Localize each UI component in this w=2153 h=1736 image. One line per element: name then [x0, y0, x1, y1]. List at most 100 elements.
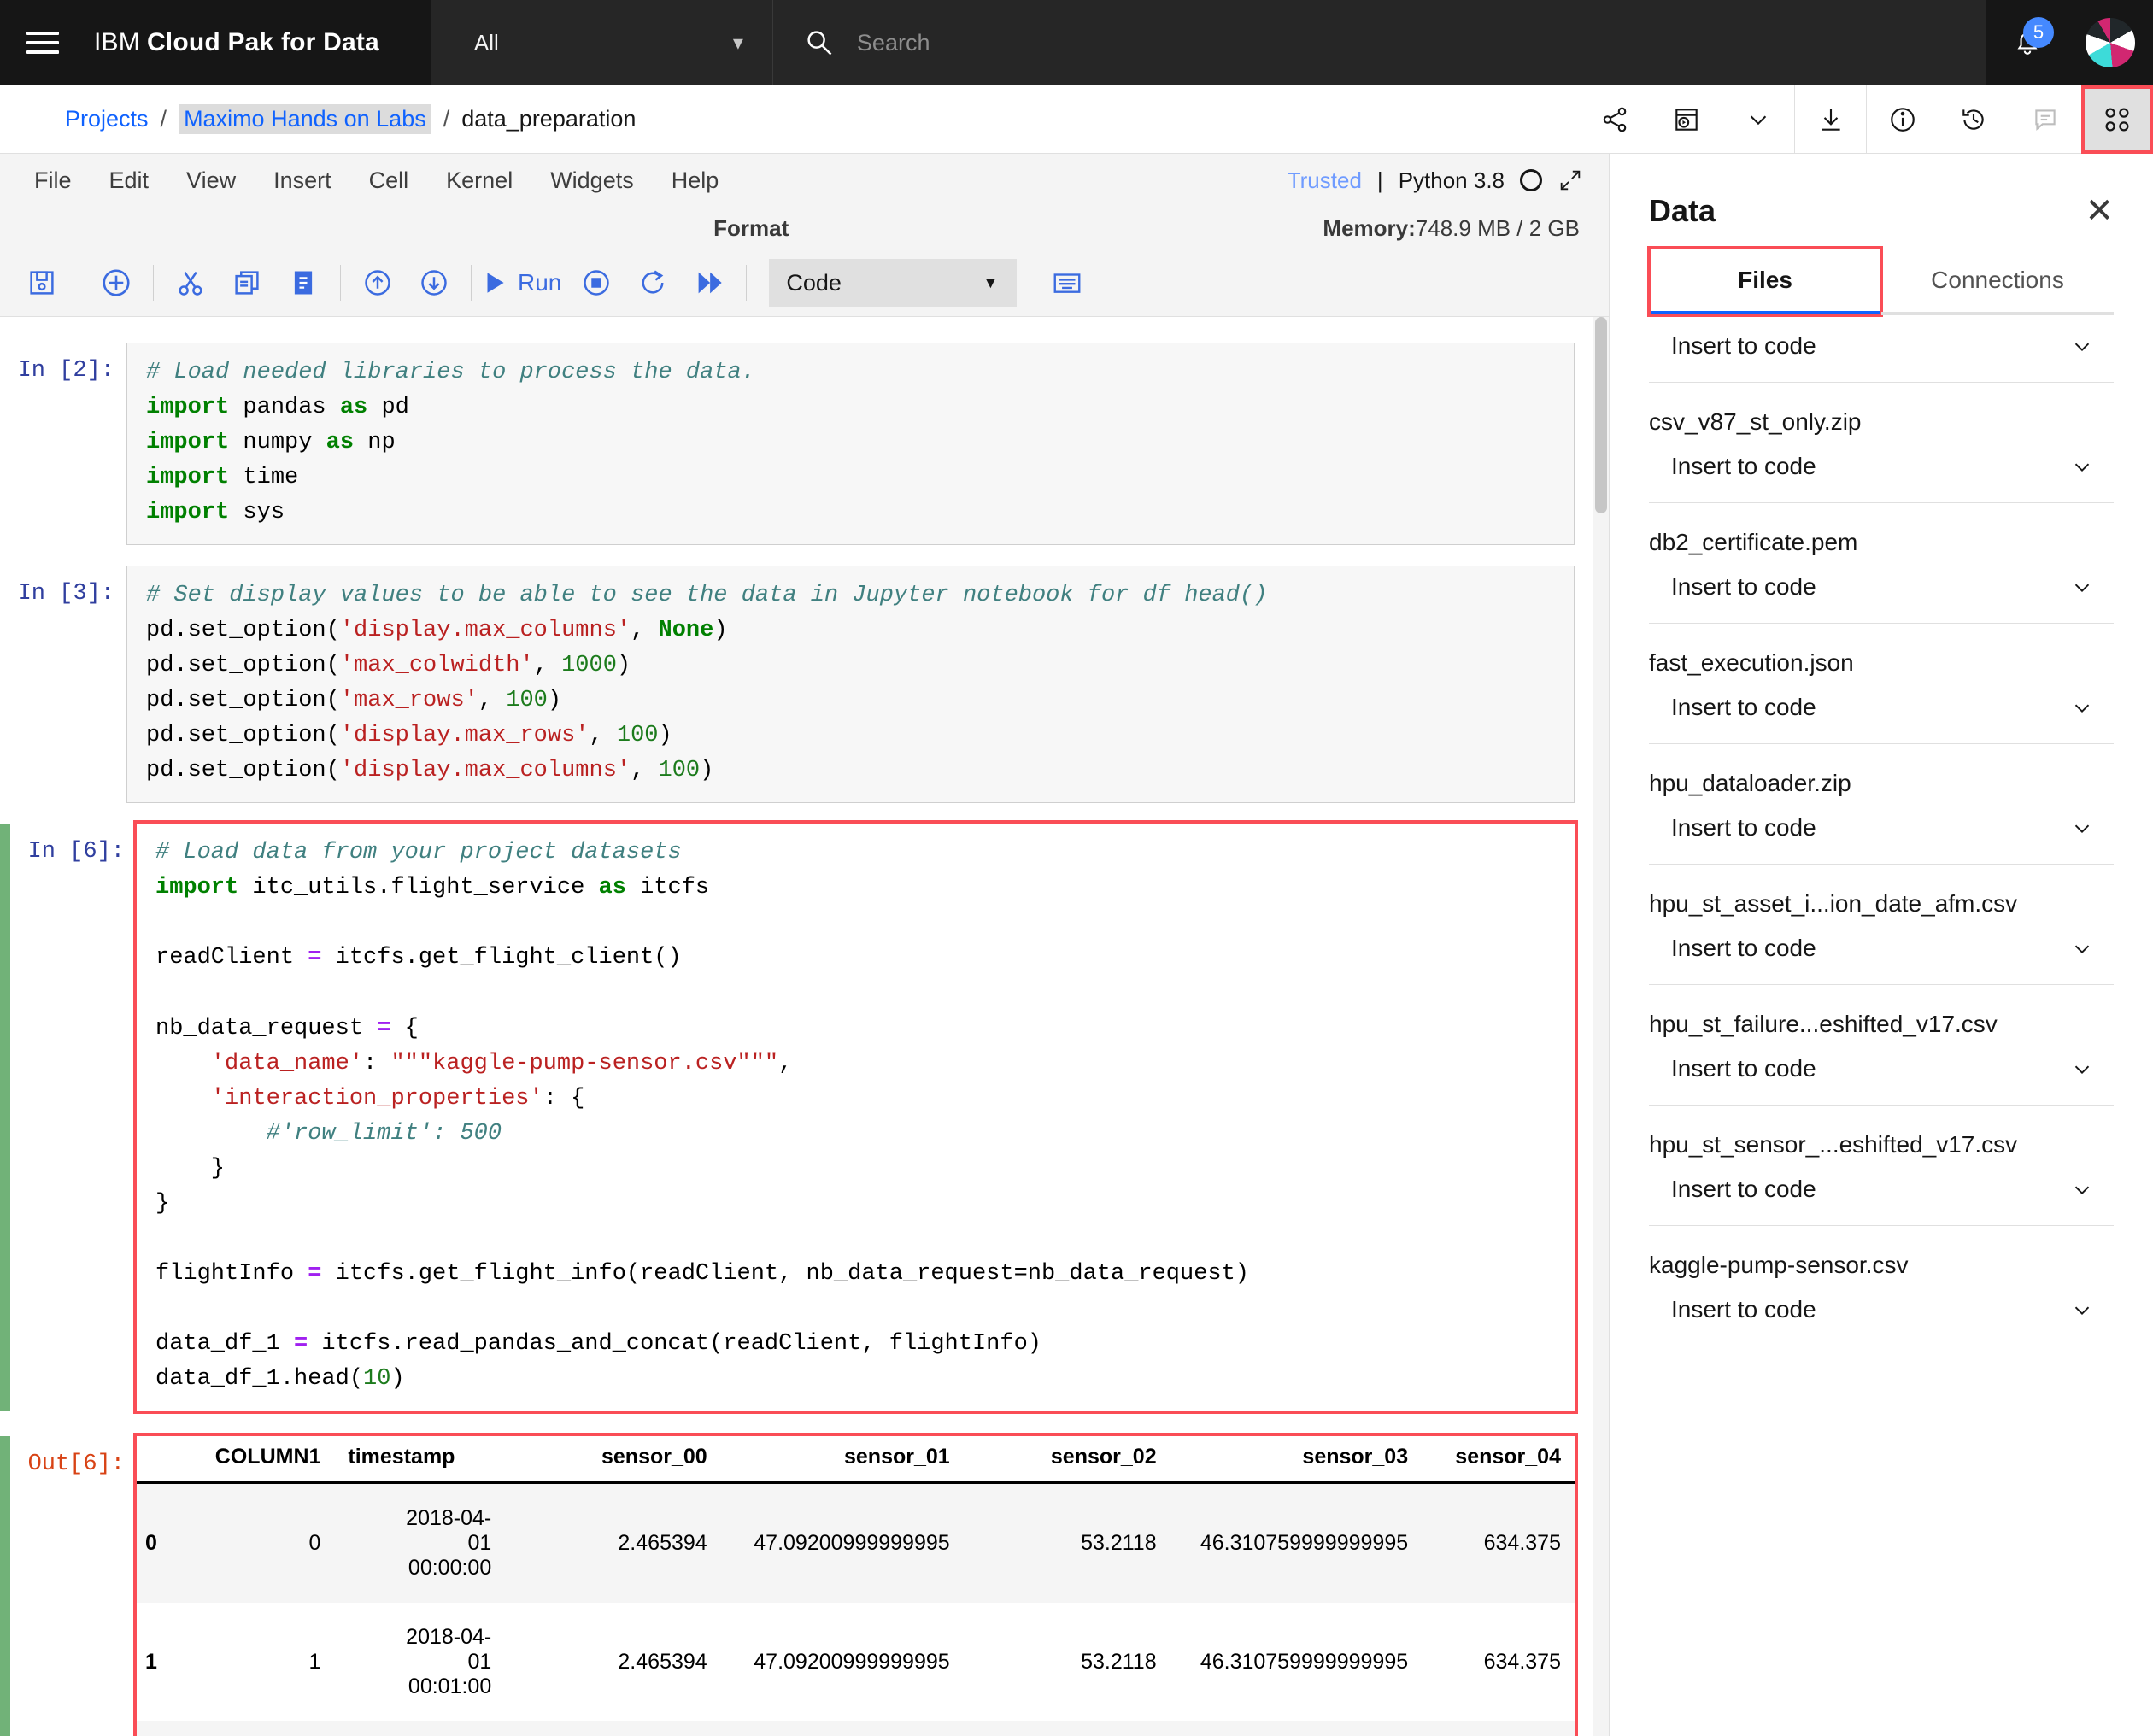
- interrupt-kernel-button[interactable]: [568, 259, 625, 307]
- insert-to-code-label: Insert to code: [1671, 1176, 1816, 1202]
- table-cell: 46.310759999999995: [1200, 1530, 1409, 1555]
- download-button[interactable]: [1794, 85, 1866, 154]
- status-divider: |: [1376, 167, 1383, 193]
- chevron-down-icon: [2069, 333, 2095, 359]
- share-button[interactable]: [1579, 85, 1651, 154]
- notebook-cell[interactable]: In [2]: # Load needed libraries to proce…: [0, 343, 1609, 546]
- trusted-label[interactable]: Trusted: [1288, 167, 1362, 194]
- menu-view[interactable]: View: [167, 162, 255, 199]
- move-cell-down-button[interactable]: [406, 259, 462, 307]
- move-cell-up-button[interactable]: [349, 259, 406, 307]
- insert-to-code-button[interactable]: Insert to code: [1649, 436, 2114, 480]
- code-token: }: [155, 1190, 170, 1217]
- file-list[interactable]: Insert to code csv_v87_st_only.zip Insert …: [1610, 315, 2153, 1736]
- tab-files[interactable]: Files: [1647, 246, 1883, 317]
- cell-type-select[interactable]: Code ▼: [769, 259, 1018, 307]
- code-token: =: [294, 1330, 308, 1357]
- cell-source[interactable]: # Load needed libraries to process the d…: [126, 343, 1575, 546]
- data-panel-button[interactable]: [2081, 85, 2153, 154]
- run-notebook-button[interactable]: [1651, 85, 1722, 154]
- code-token: =: [308, 945, 322, 971]
- code-token: data_df_1: [155, 1330, 295, 1357]
- notebook-cell-selected[interactable]: In [6]: # Load data from your project da…: [0, 820, 1609, 1414]
- breadcrumb-item-project[interactable]: Maximo Hands on Labs: [179, 104, 431, 134]
- copy-cell-button[interactable]: [219, 259, 275, 307]
- code-line: #'row_limit': 500: [155, 1117, 1556, 1152]
- restart-run-all-button[interactable]: [681, 259, 737, 307]
- notebook-menubar: File Edit View Insert Cell Kernel Widget…: [0, 154, 1609, 207]
- cell-source[interactable]: # Set display values to be able to see t…: [126, 566, 1575, 804]
- kernel-status: Trusted | Python 3.8: [1288, 161, 1609, 200]
- insert-to-code-button[interactable]: Insert to code: [1649, 677, 2114, 721]
- code-token: pd.set_option(: [146, 618, 340, 644]
- insert-to-code-button[interactable]: Insert to code: [1649, 1038, 2114, 1082]
- menu-kernel[interactable]: Kernel: [427, 162, 531, 199]
- table-cell: 53.2118: [1081, 1649, 1157, 1674]
- code-token: # Load needed libraries to process the d…: [146, 360, 755, 385]
- tab-connections[interactable]: Connections: [1881, 248, 2114, 315]
- menu-edit[interactable]: Edit: [91, 162, 168, 199]
- insert-to-code-button[interactable]: Insert to code: [1649, 315, 2114, 360]
- insert-to-code-button[interactable]: Insert to code: [1649, 1279, 2114, 1323]
- command-palette-button[interactable]: [1039, 259, 1095, 307]
- download-icon: [1816, 105, 1845, 134]
- info-button[interactable]: [1866, 85, 1938, 154]
- avatar: [2086, 18, 2135, 67]
- breadcrumb-item-projects[interactable]: Projects: [65, 106, 149, 132]
- code-token: itcfs.get_flight_info(readClient, nb_dat…: [321, 1260, 1250, 1287]
- hamburger-menu-button[interactable]: [0, 0, 85, 85]
- cut-cell-button[interactable]: [162, 259, 219, 307]
- notifications-button[interactable]: 5: [1986, 0, 2068, 85]
- menu-widgets[interactable]: Widgets: [531, 162, 653, 199]
- menu-help[interactable]: Help: [653, 162, 738, 199]
- table-cell: 1: [308, 1649, 321, 1674]
- menu-insert[interactable]: Insert: [255, 162, 350, 199]
- menu-cell[interactable]: Cell: [350, 162, 428, 199]
- run-cell-button[interactable]: Run: [480, 268, 568, 297]
- insert-to-code-button[interactable]: Insert to code: [1649, 1158, 2114, 1203]
- notebook-cell[interactable]: In [3]: # Set display values to be able …: [0, 566, 1609, 804]
- run-notebook-icon: [1672, 105, 1701, 134]
- run-options-dropdown[interactable]: [1722, 85, 1794, 154]
- save-button[interactable]: [14, 259, 70, 307]
- global-search-input[interactable]: Search: [771, 0, 1986, 85]
- file-name: fast_execution.json: [1649, 649, 1854, 676]
- insert-to-code-label: Insert to code: [1671, 573, 1816, 600]
- code-token: =: [377, 1015, 391, 1041]
- menu-file[interactable]: File: [15, 162, 91, 199]
- restart-kernel-button[interactable]: [625, 259, 681, 307]
- move-down-icon: [419, 267, 449, 298]
- file-name: db2_certificate.pem: [1649, 529, 1858, 555]
- scrollbar-thumb[interactable]: [1595, 317, 1607, 513]
- search-scope-select[interactable]: All ▾: [430, 0, 772, 85]
- hamburger-icon: [26, 26, 59, 60]
- toolbar-divider: [153, 265, 154, 301]
- insert-to-code-label: Insert to code: [1671, 694, 1816, 720]
- user-avatar-button[interactable]: [2068, 0, 2153, 85]
- close-icon[interactable]: ✕: [2085, 194, 2114, 228]
- paste-cell-button[interactable]: [275, 259, 331, 307]
- notebook-scrollbar[interactable]: [1593, 317, 1609, 1736]
- code-line: readClient = itcfs.get_flight_client(): [155, 941, 1556, 976]
- comments-button[interactable]: [2009, 85, 2081, 154]
- code-line: import pandas as pd: [146, 390, 1555, 425]
- history-button[interactable]: [1938, 85, 2009, 154]
- code-token: ,: [631, 758, 659, 784]
- insert-cell-button[interactable]: [88, 259, 144, 307]
- insert-to-code-button[interactable]: Insert to code: [1649, 918, 2114, 962]
- code-token: import: [146, 395, 230, 421]
- chevron-down-icon: [2069, 574, 2095, 600]
- file-name: csv_v87_st_only.zip: [1649, 408, 1862, 435]
- insert-to-code-button[interactable]: Insert to code: [1649, 556, 2114, 601]
- code-token: import: [146, 500, 230, 526]
- chevron-down-icon: [2069, 695, 2095, 720]
- expand-icon[interactable]: [1558, 167, 1583, 193]
- code-token: np: [354, 430, 396, 456]
- cell-source[interactable]: # Load data from your project datasets im…: [133, 820, 1578, 1414]
- toolbar-divider: [340, 265, 341, 301]
- chevron-down-icon: [2069, 454, 2095, 479]
- notebook-canvas[interactable]: In [2]: # Load needed libraries to proce…: [0, 316, 1609, 1736]
- insert-to-code-button[interactable]: Insert to code: [1649, 797, 2114, 842]
- code-token: 1000: [561, 653, 617, 679]
